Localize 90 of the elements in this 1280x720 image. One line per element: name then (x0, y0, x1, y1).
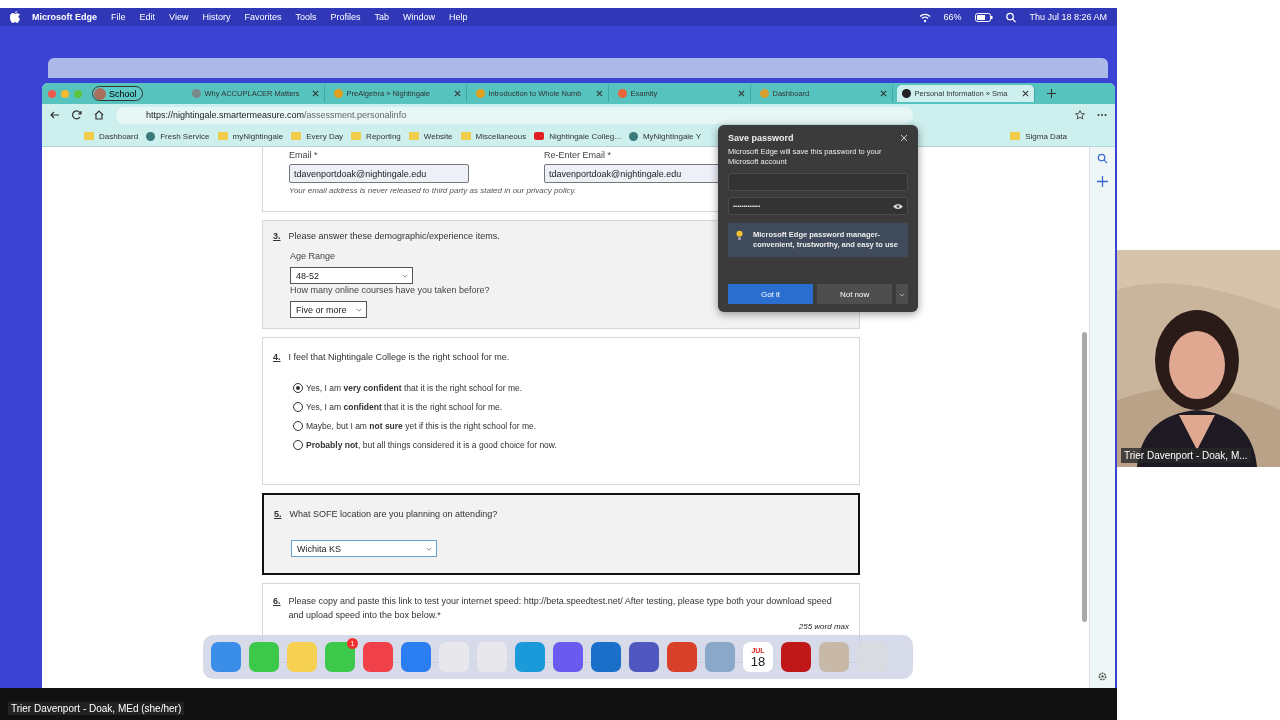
radio-button[interactable] (293, 421, 303, 431)
search-icon[interactable] (1005, 11, 1018, 23)
menu-item[interactable]: History (202, 12, 231, 22)
question-text: Please answer these demographic/experience items. (288, 231, 500, 241)
bookmark-link[interactable]: Miscellaneous (460, 131, 527, 141)
bookmark-link[interactable]: Website (408, 131, 453, 141)
menu-item[interactable]: File (111, 12, 126, 22)
app-icon[interactable] (553, 642, 583, 672)
scrollbar-thumb[interactable] (1082, 332, 1087, 622)
participant-name: Trier Davenport - Doak, M... (1121, 448, 1251, 463)
avatar-icon (94, 87, 106, 100)
bookmark-link[interactable]: Dashboard (84, 131, 139, 141)
plus-icon[interactable] (1097, 176, 1108, 187)
eye-icon[interactable] (893, 202, 903, 210)
privacy-note: Your email address is never released to third party as stated in our privacy policy. (289, 186, 578, 195)
close-icon[interactable] (311, 90, 319, 97)
location-dropdown[interactable]: Wichita KS (291, 540, 437, 557)
settings-icon[interactable] (1097, 671, 1108, 682)
word-limit: 255 word max (798, 622, 849, 631)
profile-button[interactable]: School (92, 86, 143, 101)
option-label: Probably not, but all things considered it is a good choice for now. (306, 440, 557, 450)
battery-percent: 66% (943, 12, 962, 22)
field-label: How many online courses have you taken before? (290, 285, 490, 295)
star-icon[interactable] (1075, 110, 1085, 120)
option-label: Yes, I am confident that it is the right school for me. (306, 402, 503, 412)
caret-icon (356, 308, 362, 312)
refresh-icon[interactable] (72, 110, 82, 120)
close-icon[interactable] (453, 90, 461, 97)
not-now-button[interactable]: Not now (817, 284, 893, 304)
field-label: Age Range (290, 251, 336, 261)
question-text: Please copy and paste this link to test your internet speed: http://beta.speedtest.net/ After testing, please type both your download speed and upload speed into the box below.* (288, 595, 833, 622)
home-icon[interactable] (94, 110, 104, 120)
bookmark-link[interactable]: Fresh Service (146, 131, 210, 141)
option-label: Maybe, but I am not sure yet if this is the right school for me. (306, 421, 537, 431)
bookmark-link[interactable]: Reporting (351, 131, 401, 141)
radio-button[interactable] (293, 383, 303, 393)
menu-item[interactable]: Window (403, 12, 435, 22)
menu-item[interactable]: Favorites (244, 12, 282, 22)
wifi-icon[interactable] (919, 11, 932, 23)
battery-icon[interactable] (975, 11, 994, 23)
app-icon[interactable] (211, 642, 241, 672)
presenter-name: Trier Davenport - Doak, MEd (she/her) (8, 702, 185, 715)
app-menu[interactable]: Microsoft Edge (32, 12, 97, 22)
bookmark-link[interactable]: Sigma Data (1010, 131, 1067, 141)
back-icon[interactable] (50, 110, 60, 120)
bookmark-link[interactable]: Nightingale Colleg... (534, 131, 621, 141)
menu-item[interactable]: Tab (374, 12, 389, 22)
question-text: I feel that Nightingale College is the right school for me. (288, 352, 510, 362)
question-number: 6. (273, 596, 281, 606)
got-it-button[interactable]: Got it (728, 284, 813, 304)
app-icon[interactable] (401, 642, 431, 672)
menu-item[interactable]: Profiles (330, 12, 361, 22)
question-number: 4. (273, 352, 281, 362)
close-icon[interactable] (737, 90, 745, 97)
dialog-title: Save password (728, 133, 794, 143)
menu-item[interactable]: View (169, 12, 189, 22)
courses-dropdown[interactable]: Five or more (290, 301, 367, 318)
question-number: 3. (273, 231, 281, 241)
search-icon[interactable] (1097, 153, 1108, 164)
bookmark-link[interactable]: Every Day (291, 131, 344, 141)
option-label: Yes, I am very confident that it is the right school for me. (306, 383, 523, 393)
chevron-icon (899, 292, 906, 297)
new-tab-icon[interactable] (1046, 89, 1056, 98)
caret-icon (402, 274, 408, 278)
light-bulb-icon (736, 230, 743, 241)
menu-item[interactable]: Edit (139, 12, 156, 22)
calendar-day: 18 (750, 654, 766, 668)
menu-item[interactable]: Tools (295, 12, 317, 22)
question-number: 5. (274, 509, 282, 519)
address-bar[interactable]: https://nightingale.smartermeasure.com/assessment.personalinfo (116, 106, 913, 124)
age-range-dropdown[interactable]: 48-52 (290, 267, 413, 284)
caret-icon (426, 547, 432, 551)
question-text: What SOFE location are you planning on attending? (289, 509, 498, 519)
app-icon[interactable] (363, 642, 393, 672)
app-icon[interactable] (629, 642, 659, 672)
close-icon[interactable] (879, 90, 887, 97)
radio-button[interactable] (293, 440, 303, 450)
bookmark-link[interactable]: MyNightingale Y (628, 131, 701, 141)
menu-bar-clock[interactable]: Thu Jul 18 8:26 AM (1029, 12, 1107, 22)
email-field[interactable]: tdavenportdoak@nightingale.edu (289, 164, 469, 183)
app-icon[interactable] (667, 642, 697, 672)
apple-icon[interactable] (10, 11, 20, 23)
app-icon[interactable] (591, 642, 621, 672)
close-icon[interactable] (1021, 90, 1029, 97)
menu-item[interactable]: Help (449, 12, 468, 22)
field-label: Email * (289, 150, 319, 160)
close-icon[interactable] (595, 90, 603, 97)
radio-button[interactable] (293, 402, 303, 412)
app-icon[interactable] (781, 642, 811, 672)
bookmark-link[interactable]: myNightingale (217, 131, 284, 141)
